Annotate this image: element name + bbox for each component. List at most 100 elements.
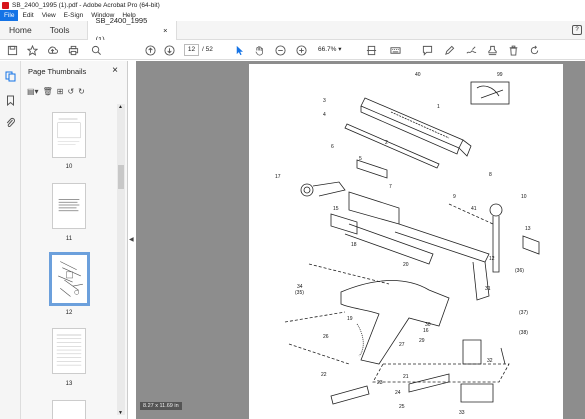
main-toolbar: 12 / 52 66.7% ▾: [0, 40, 585, 60]
stamp-icon[interactable]: [486, 44, 498, 56]
part-label: 99: [497, 72, 503, 78]
thumbnail-page-12[interactable]: [49, 252, 90, 306]
signature-icon[interactable]: [465, 44, 477, 56]
rotate-right-icon[interactable]: ↻: [78, 87, 85, 96]
part-label: 23: [377, 380, 383, 386]
part-label: 22: [321, 372, 327, 378]
title-bar: SB_2400_1995 (1).pdf - Adobe Acrobat Pro…: [0, 0, 585, 10]
page-size-indicator: 8.27 x 11.69 in: [140, 402, 182, 410]
search-icon[interactable]: [90, 44, 102, 56]
part-label: 31: [485, 286, 491, 292]
tab-close-button[interactable]: ×: [163, 21, 167, 40]
fit-page-icon[interactable]: [365, 44, 377, 56]
attachment-icon[interactable]: [5, 117, 16, 128]
thumbnail-label: 13: [65, 381, 73, 387]
part-label: 1: [437, 104, 440, 110]
menu-bar: File Edit View E-Sign Window Help: [0, 10, 585, 21]
thumbnail-preview: [58, 199, 80, 212]
comment-icon[interactable]: [421, 44, 433, 56]
panel-title: Page Thumbnails: [28, 67, 87, 76]
zoom-in-icon[interactable]: [295, 44, 307, 56]
part-label: 24: [395, 390, 401, 396]
part-label: 5: [359, 156, 362, 162]
previous-page-icon[interactable]: [144, 44, 156, 56]
part-label: 16: [423, 328, 429, 334]
menu-esign[interactable]: E-Sign: [60, 10, 88, 21]
page-number-input[interactable]: 12: [184, 44, 199, 56]
part-label: 12: [489, 256, 495, 262]
thumbnail-scrollbar-thumb[interactable]: [118, 165, 124, 189]
thumbnail-page-13[interactable]: [52, 328, 86, 374]
scroll-down-icon[interactable]: ▼: [118, 410, 123, 416]
rotate-icon[interactable]: [528, 44, 540, 56]
tab-bar: Home Tools SB_2400_1995 (1)... × ?: [0, 16, 585, 44]
part-label: 17: [275, 174, 281, 180]
save-icon[interactable]: [6, 44, 18, 56]
part-label: 10: [521, 194, 527, 200]
part-label: 18: [351, 242, 357, 248]
thumbnail-label: 12: [65, 310, 73, 316]
pdf-page[interactable]: 40 99 1 3 4 2 6 5 17 7 15 8 41 10 9 18 2…: [249, 64, 563, 419]
page-total: / 52: [202, 46, 213, 53]
part-label: 3: [323, 98, 326, 104]
thumbnail-page-10[interactable]: [52, 112, 86, 158]
part-label: (38): [519, 330, 528, 336]
part-label: 8: [489, 172, 492, 178]
zoom-out-icon[interactable]: [274, 44, 286, 56]
highlight-pen-icon[interactable]: [443, 44, 455, 56]
part-label: 4: [323, 112, 326, 118]
page-thumbnails-icon[interactable]: [5, 71, 16, 82]
part-label: 21: [403, 374, 409, 380]
help-icon[interactable]: ?: [572, 25, 582, 35]
left-rail: [0, 61, 21, 419]
insert-page-icon[interactable]: ⊞: [57, 87, 64, 96]
part-label: 29: [419, 338, 425, 344]
exploded-parts-diagram: 40 99 1 3 4 2 6 5 17 7 15 8 41 10 9 18 2…: [275, 72, 540, 416]
rotate-left-icon[interactable]: ↺: [67, 87, 74, 96]
thumbnail-page-11[interactable]: [52, 183, 86, 229]
menu-file[interactable]: File: [0, 10, 19, 21]
print-icon[interactable]: [67, 44, 79, 56]
part-label: 20: [403, 262, 409, 268]
thumbnail-scrollbar[interactable]: [117, 104, 125, 415]
part-label: 40: [415, 72, 421, 78]
scroll-up-icon[interactable]: ▲: [118, 104, 123, 110]
part-label: 27: [399, 342, 405, 348]
delete-page-icon[interactable]: 🗑: [43, 87, 53, 96]
part-label: 32: [487, 358, 493, 364]
part-label: (36): [515, 268, 524, 274]
acrobat-icon: [2, 1, 9, 9]
document-area[interactable]: 40 99 1 3 4 2 6 5 17 7 15 8 41 10 9 18 2…: [136, 61, 585, 419]
thumbnail-page-14[interactable]: [52, 400, 86, 419]
part-label: 13: [525, 226, 531, 232]
next-page-icon[interactable]: [163, 44, 175, 56]
part-label: 33: [459, 410, 465, 416]
menu-view[interactable]: View: [38, 10, 60, 21]
bookmark-icon[interactable]: [5, 95, 16, 107]
tab-home[interactable]: Home: [0, 21, 41, 40]
hand-tool-icon[interactable]: [253, 44, 265, 56]
part-label: 41: [471, 206, 477, 212]
panel-close-button[interactable]: ×: [112, 65, 118, 76]
part-label: 15: [333, 206, 339, 212]
upload-cloud-icon[interactable]: [46, 44, 58, 56]
thumbnail-label: 10: [65, 164, 73, 170]
thumbnail-preview: [57, 118, 81, 145]
part-label: 19: [347, 316, 353, 322]
keyboard-icon[interactable]: [389, 44, 401, 56]
tab-document[interactable]: SB_2400_1995 (1)... ×: [86, 16, 177, 44]
menu-edit[interactable]: Edit: [18, 10, 37, 21]
star-icon[interactable]: [26, 44, 38, 56]
zoom-level-value: 66.7%: [318, 46, 337, 53]
tab-tools[interactable]: Tools: [41, 21, 79, 40]
collapse-panel-icon[interactable]: ◀: [129, 236, 134, 243]
zoom-level-dropdown[interactable]: 66.7% ▾: [318, 44, 342, 56]
delete-icon[interactable]: [507, 44, 519, 56]
thumbnail-preview: [58, 261, 83, 297]
window-title: SB_2400_1995 (1).pdf - Adobe Acrobat Pro…: [12, 1, 160, 9]
part-label: 2: [385, 140, 388, 146]
select-cursor-icon[interactable]: [233, 44, 245, 56]
part-label: 7: [389, 184, 392, 190]
options-menu-icon[interactable]: ▤▾: [27, 87, 39, 96]
panel-toolbar: ▤▾ 🗑 ⊞ ↺ ↻: [27, 85, 123, 98]
